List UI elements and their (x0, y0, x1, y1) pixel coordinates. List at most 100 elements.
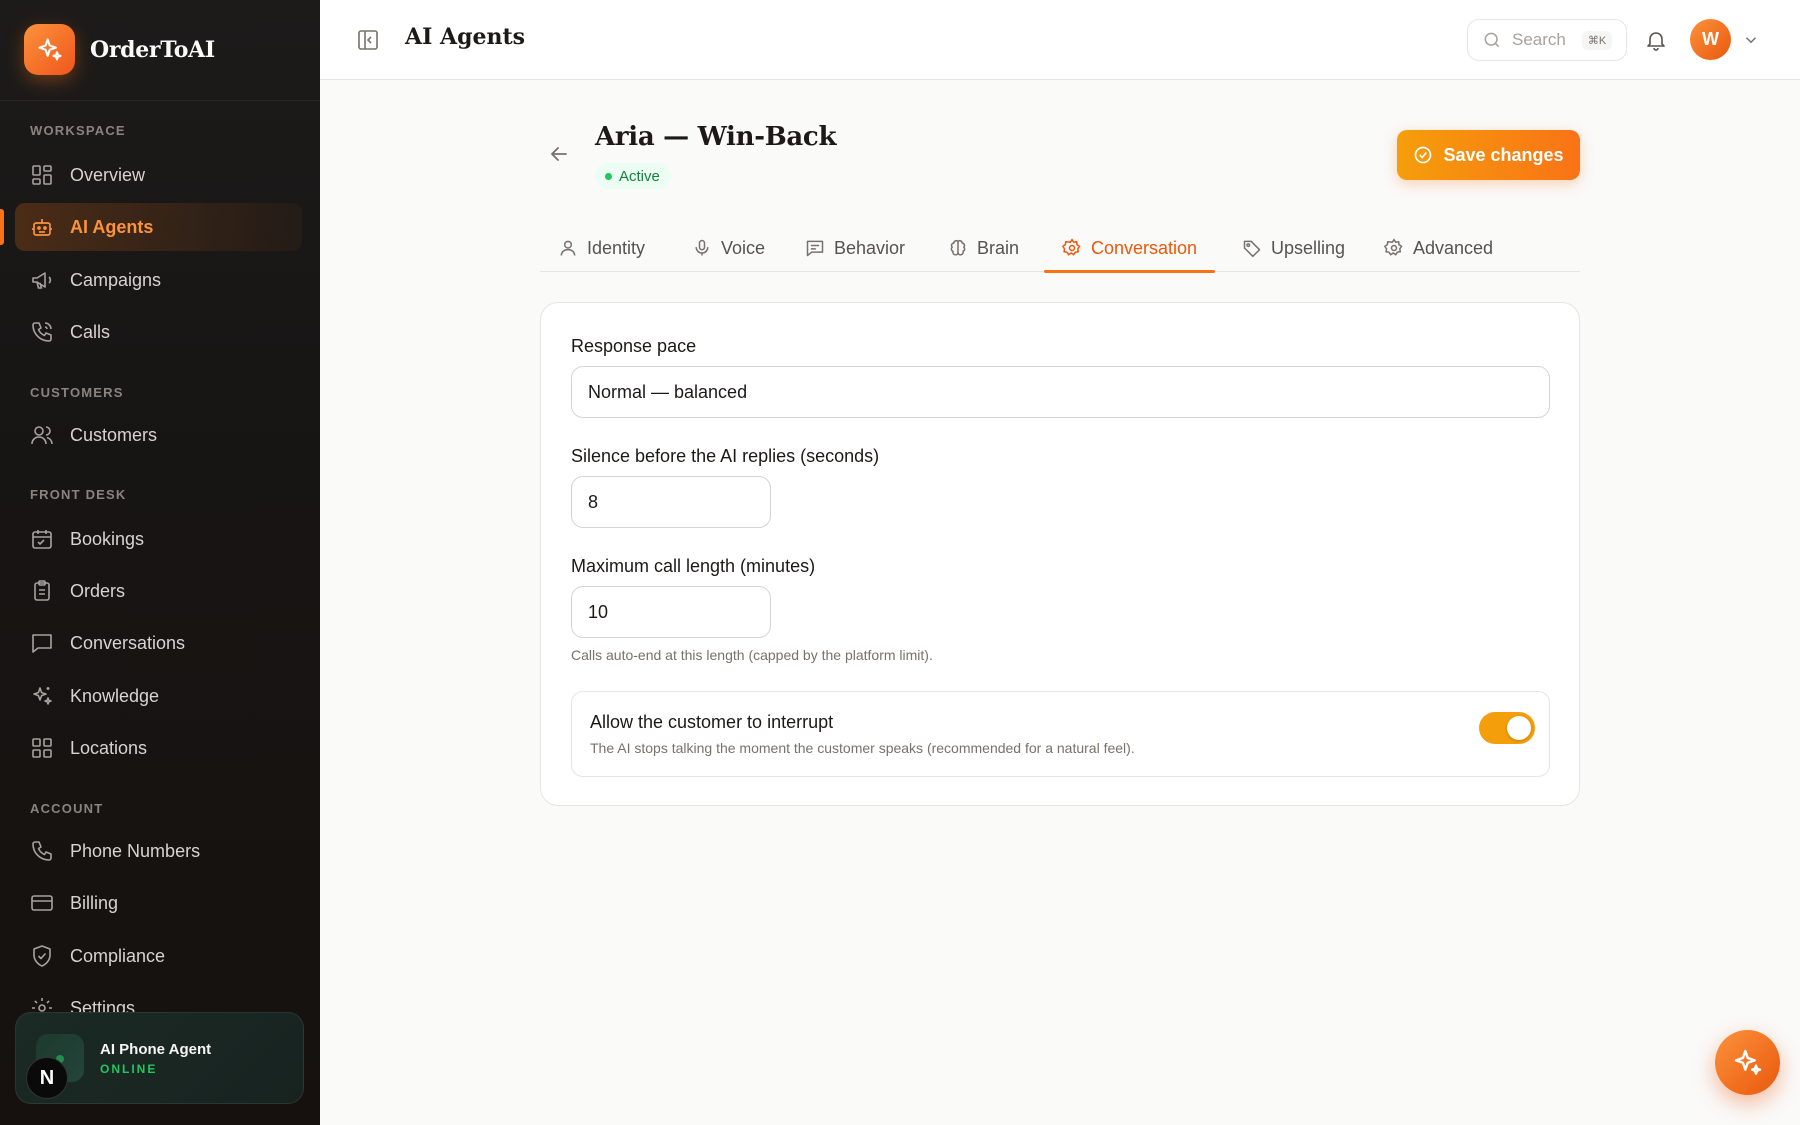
message-icon (30, 631, 54, 655)
silence-label: Silence before the AI replies (seconds) (571, 446, 880, 466)
status-dot (605, 172, 612, 180)
silence-seconds-input[interactable]: 8 (571, 476, 771, 528)
sidebar-item-customers[interactable]: Customers (15, 411, 302, 459)
phone-icon (30, 839, 54, 863)
megaphone-icon (30, 268, 54, 292)
tab-behavior[interactable]: Behavior (787, 224, 923, 272)
sidebar-item-billing[interactable]: Billing (15, 879, 302, 927)
sidebar-item-calls[interactable]: Calls (15, 308, 302, 356)
agent-status-title: AI Phone Agent (100, 1040, 212, 1058)
chevron-down-icon[interactable] (1742, 31, 1760, 49)
sidebar-item-phone-numbers[interactable]: Phone Numbers (15, 827, 302, 875)
agent-name: Aria — Win-Back (595, 122, 837, 152)
agent-status-text: ONLINE (100, 1061, 158, 1076)
check-circle-icon (1413, 145, 1433, 165)
interrupt-setting: Allow the customer to interrupt The AI s… (571, 691, 1550, 777)
sidebar-collapse-icon[interactable] (356, 28, 380, 52)
tab-label: Identity (587, 237, 646, 258)
response-pace-select[interactable]: Normal — balanced (571, 366, 1550, 418)
tab-upselling[interactable]: Upselling (1224, 224, 1363, 272)
sparkles-icon (1732, 1047, 1764, 1079)
save-button[interactable]: Save changes (1397, 130, 1580, 180)
brand-name: OrderToAI (90, 36, 215, 63)
tab-label: Advanced (1413, 237, 1494, 258)
tab-brain[interactable]: Brain (930, 224, 1037, 272)
grid-icon (30, 163, 54, 187)
toggle-knob (1507, 716, 1531, 740)
shield-check-icon (30, 944, 54, 968)
max-call-label: Maximum call length (minutes) (571, 556, 816, 576)
sidebar-item-label: AI Agents (70, 216, 154, 237)
microphone-icon (692, 238, 712, 258)
brand[interactable]: OrderToAI (24, 24, 215, 75)
search-icon (1482, 30, 1502, 50)
back-arrow-icon[interactable] (547, 142, 571, 166)
tab-label: Brain (977, 237, 1020, 258)
avatar[interactable]: W (1690, 19, 1731, 60)
tab-label: Behavior (834, 237, 906, 258)
sidebar-item-compliance[interactable]: Compliance (15, 932, 302, 980)
max-call-minutes-input[interactable]: 10 (571, 586, 771, 638)
sidebar-item-label: Campaigns (70, 269, 162, 290)
robot-icon (30, 215, 54, 239)
phone-call-icon (30, 320, 54, 344)
brain-icon (948, 238, 968, 258)
save-button-label: Save changes (1443, 144, 1564, 165)
interrupt-description: The AI stops talking the moment the cust… (590, 740, 1135, 756)
response-pace-label: Response pace (571, 336, 697, 356)
search-input[interactable]: Search ⌘K (1467, 19, 1627, 61)
section-label-customers: CUSTOMERS (30, 385, 124, 400)
gear-icon (1062, 238, 1082, 258)
sidebar-item-label: Knowledge (70, 685, 160, 706)
sidebar-item-orders[interactable]: Orders (15, 567, 302, 615)
tab-conversation[interactable]: Conversation (1044, 224, 1216, 273)
sidebar-item-conversations[interactable]: Conversations (15, 619, 302, 667)
tab-bar: Identity Voice Behavior Brain Conversati… (540, 224, 1580, 273)
bell-icon[interactable] (1644, 28, 1668, 52)
sidebar-item-label: Billing (70, 892, 119, 913)
user-icon (558, 238, 578, 258)
sidebar-item-knowledge[interactable]: Knowledge (15, 672, 302, 720)
tab-voice[interactable]: Voice (674, 224, 783, 272)
credit-card-icon (30, 891, 54, 915)
gear-icon (1384, 238, 1404, 258)
section-label-front-desk: FRONT DESK (30, 487, 127, 502)
status-badge: Active (595, 163, 671, 189)
sidebar-item-ai-agents[interactable]: AI Agents (15, 203, 302, 251)
tab-label: Conversation (1091, 237, 1198, 258)
sidebar-item-label: Calls (70, 321, 111, 342)
section-label-account: ACCOUNT (30, 801, 104, 816)
interrupt-toggle[interactable] (1479, 712, 1535, 744)
sidebar-item-campaigns[interactable]: Campaigns (15, 256, 302, 304)
sidebar-item-label: Customers (70, 424, 158, 445)
sparkles-icon (30, 684, 54, 708)
tab-identity[interactable]: Identity (540, 224, 663, 272)
divider (0, 100, 320, 101)
sidebar: OrderToAI WORKSPACE Overview AI Agents C… (0, 0, 320, 1125)
grid-icon (30, 736, 54, 760)
section-label-workspace: WORKSPACE (30, 123, 126, 138)
topbar: AI Agents Search ⌘K W (320, 0, 1800, 80)
tab-label: Voice (721, 237, 766, 258)
conversation-settings-card: Response pace Normal — balanced Silence … (540, 302, 1580, 806)
max-call-help-text: Calls auto-end at this length (capped by… (571, 647, 933, 663)
sidebar-item-locations[interactable]: Locations (15, 724, 302, 772)
tab-label: Upselling (1271, 237, 1346, 258)
search-shortcut: ⌘K (1581, 30, 1613, 50)
ai-assistant-button[interactable] (1715, 1030, 1780, 1095)
clipboard-icon (30, 579, 54, 603)
sidebar-item-label: Phone Numbers (70, 840, 201, 861)
search-placeholder: Search (1512, 30, 1566, 49)
n-badge[interactable]: N (26, 1057, 68, 1099)
sidebar-item-overview[interactable]: Overview (15, 151, 302, 199)
tab-advanced[interactable]: Advanced (1366, 224, 1511, 272)
interrupt-label: Allow the customer to interrupt (590, 712, 834, 732)
sidebar-item-label: Locations (70, 737, 148, 758)
sidebar-item-label: Conversations (70, 632, 186, 653)
status-text: Active (619, 167, 660, 185)
calendar-icon (30, 527, 54, 551)
active-indicator (0, 209, 4, 245)
sidebar-item-bookings[interactable]: Bookings (15, 515, 302, 563)
sidebar-item-label: Compliance (70, 945, 166, 966)
tag-icon (1242, 238, 1262, 258)
